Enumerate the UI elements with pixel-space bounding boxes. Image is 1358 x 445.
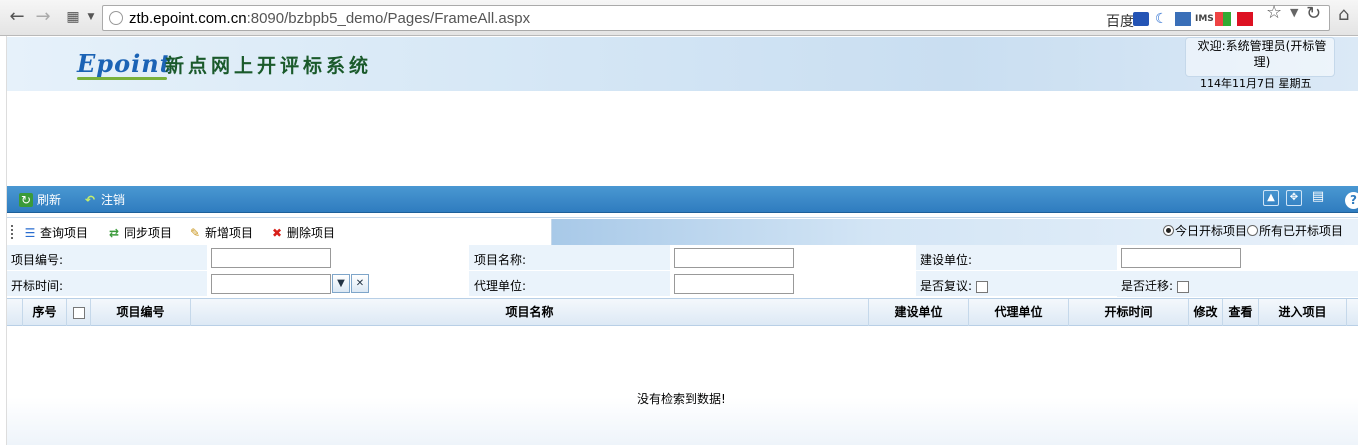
- reload-icon[interactable]: ↻: [1306, 3, 1321, 24]
- agent-unit-label: 代理单位:: [474, 279, 527, 293]
- system-title: 新点网上开评标系统: [165, 55, 373, 77]
- current-date: 114年11月7日 星期五: [1200, 77, 1312, 90]
- migrate-label: 是否迁移:: [1121, 279, 1174, 293]
- add-project-label: 新增项目: [205, 226, 254, 240]
- project-name-input[interactable]: [674, 248, 794, 268]
- build-unit-input[interactable]: [1121, 248, 1241, 268]
- form-row-2: 开标时间: ▼ ✕ 代理单位: 是否复议: 是否迁移:: [7, 271, 1358, 297]
- empty-message: 没有检索到数据!: [637, 392, 726, 406]
- fullscreen-icon[interactable]: ✥: [1286, 190, 1302, 206]
- col-header-view[interactable]: 查看: [1223, 299, 1259, 326]
- home-icon[interactable]: ⌂: [1338, 4, 1349, 25]
- logout-icon: ↶: [84, 192, 96, 207]
- review-label-group: 是否复议:: [920, 277, 988, 294]
- delete-icon: ✖: [271, 225, 283, 240]
- col-header-project-no[interactable]: 项目编号: [91, 299, 191, 326]
- col-header-agent-unit[interactable]: 代理单位: [969, 299, 1069, 326]
- forward-icon[interactable]: →: [32, 6, 54, 28]
- project-no-label: 项目编号:: [11, 253, 64, 267]
- project-name-label: 项目名称:: [474, 253, 527, 267]
- delete-project-label: 删除项目: [287, 226, 336, 240]
- add-project-button[interactable]: ✎ 新增项目: [188, 224, 253, 241]
- project-filter-radio: 今日开标项目 所有已开标项目: [1163, 222, 1343, 239]
- welcome-box: 欢迎:系统管理员(开标管理): [1185, 37, 1335, 77]
- url-host: ztb.epoint.com.cn: [129, 10, 247, 27]
- review-checkbox[interactable]: [975, 280, 988, 293]
- build-unit-label: 建设单位:: [920, 253, 973, 267]
- search-engine-label[interactable]: 百度: [1106, 11, 1134, 31]
- review-label: 是否复议:: [920, 279, 973, 293]
- sync-project-label: 同步项目: [124, 226, 173, 240]
- header-banner: Epoint 新点网上开评标系统 欢迎:系统管理员(开标管理) 114年11月7…: [7, 37, 1358, 91]
- query-project-label: 查询项目: [40, 226, 89, 240]
- logo-swoosh: [77, 77, 167, 80]
- col-header-open-time[interactable]: 开标时间: [1069, 299, 1189, 326]
- help-icon[interactable]: ?: [1345, 192, 1358, 209]
- bookmark-star-icon[interactable]: ☆: [1266, 2, 1282, 23]
- today-radio[interactable]: [1163, 225, 1174, 236]
- open-time-label: 开标时间:: [11, 279, 64, 293]
- grid-body: 没有检索到数据!: [7, 326, 1358, 445]
- search-form: 项目编号: 项目名称: 建设单位: 开标时间: ▼ ✕ 代理单位: 是否复议: …: [7, 245, 1358, 297]
- windows-icon[interactable]: [1215, 12, 1231, 26]
- url-path: :8090/bzbpb5_demo/Pages/FrameAll.aspx: [246, 10, 531, 27]
- browser-toolbar: ← → ▦ ▼ ztb.epoint.com.cn:8090/bzbpb5_de…: [0, 0, 1358, 36]
- all-radio[interactable]: [1247, 225, 1259, 236]
- delete-project-button[interactable]: ✖ 删除项目: [270, 224, 335, 241]
- address-bar[interactable]: ztb.epoint.com.cn:8090/bzbpb5_demo/Pages…: [102, 5, 1330, 31]
- refresh-button[interactable]: ↻ 刷新: [19, 191, 61, 208]
- select-all-checkbox[interactable]: [72, 306, 85, 319]
- col-header-edit[interactable]: 修改: [1189, 299, 1223, 326]
- form-row-1: 项目编号: 项目名称: 建设单位:: [7, 245, 1358, 271]
- logo: Epoint: [77, 49, 172, 78]
- action-bar: ☰ 查询项目 ⇄ 同步项目 ✎ 新增项目 ✖ 删除项目 今日开标项目 所有已开标…: [7, 219, 1358, 245]
- logout-button[interactable]: ↶ 注销: [83, 191, 125, 208]
- toolbar-separator: [7, 213, 1358, 218]
- extension-icon[interactable]: [1175, 12, 1191, 26]
- apps-chevron-icon[interactable]: ▼: [80, 6, 102, 28]
- migrate-label-group: 是否迁移:: [1121, 277, 1189, 294]
- monitor-icon[interactable]: ▤: [1310, 190, 1326, 206]
- select-all-cell: [67, 299, 91, 326]
- flag-icon[interactable]: [1237, 12, 1253, 26]
- refresh-icon: ↻: [19, 192, 33, 207]
- action-buttons: ☰ 查询项目 ⇄ 同步项目 ✎ 新增项目 ✖ 删除项目: [7, 219, 552, 245]
- migrate-checkbox[interactable]: [1176, 280, 1189, 293]
- col-header-enter[interactable]: 进入项目: [1259, 299, 1347, 326]
- toolbar-grip: [11, 225, 13, 239]
- sync-icon: ⇄: [108, 225, 120, 240]
- add-icon: ✎: [189, 225, 201, 240]
- clear-date-button[interactable]: ✕: [351, 274, 369, 293]
- query-project-button[interactable]: ☰ 查询项目: [23, 224, 88, 241]
- open-time-input[interactable]: [211, 274, 331, 294]
- welcome-text: 欢迎:系统管理员(开标管理): [1197, 39, 1327, 69]
- frame-left-edge: [0, 36, 7, 445]
- refresh-label: 刷新: [37, 193, 62, 207]
- ms-extension-icon[interactable]: IMS: [1195, 12, 1214, 26]
- row-indicator-header: [7, 299, 23, 326]
- baidu-paw-icon[interactable]: [1133, 12, 1149, 26]
- sync-project-button[interactable]: ⇄ 同步项目: [107, 224, 172, 241]
- main-toolbar: ↻ 刷新 ↶ 注销 ▲ ✥ ▤ ?: [7, 186, 1358, 213]
- moon-icon[interactable]: ☾: [1155, 12, 1171, 26]
- collapse-up-icon[interactable]: ▲: [1263, 190, 1279, 206]
- project-no-input[interactable]: [211, 248, 331, 268]
- col-header-project-name[interactable]: 项目名称: [191, 299, 869, 326]
- back-icon[interactable]: ←: [6, 6, 28, 28]
- col-header-seq[interactable]: 序号: [23, 299, 67, 326]
- today-radio-label[interactable]: 今日开标项目: [1175, 222, 1247, 239]
- logout-label: 注销: [101, 193, 126, 207]
- page-icon: [109, 11, 123, 25]
- date-dropdown-button[interactable]: ▼: [332, 274, 350, 293]
- col-header-build-unit[interactable]: 建设单位: [869, 299, 969, 326]
- all-radio-label[interactable]: 所有已开标项目: [1259, 222, 1343, 239]
- url-text: ztb.epoint.com.cn:8090/bzbpb5_demo/Pages…: [129, 10, 530, 27]
- agent-unit-input[interactable]: [674, 274, 794, 294]
- query-icon: ☰: [24, 225, 36, 240]
- chevron-down-icon[interactable]: ▼: [1290, 6, 1298, 19]
- grid-header: 序号 项目编号 项目名称 建设单位 代理单位 开标时间 修改 查看 进入项目: [7, 298, 1358, 326]
